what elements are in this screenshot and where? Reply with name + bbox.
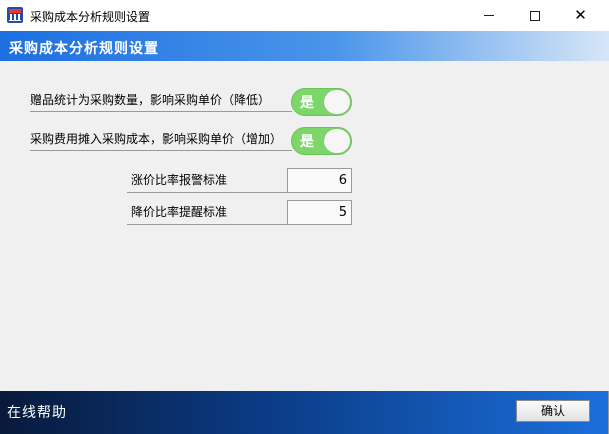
price-decrease-reminder-input[interactable]: 5 (287, 200, 352, 225)
settings-panel: 赠品统计为采购数量，影响采购单价（降低） 是 采购费用摊入采购成本，影响采购单价… (0, 61, 609, 391)
footer-bar: 在线帮助 确认 (0, 391, 608, 434)
price-decrease-reminder-row: 降价比率提醒标准 5 (127, 200, 352, 226)
option-row-fee-allocation: 采购费用摊入采购成本，影响采购单价（增加） 是 (30, 127, 352, 157)
price-increase-alert-row: 涨价比率报警标准 6 (127, 168, 352, 194)
field-label: 涨价比率报警标准 (127, 168, 287, 193)
close-button[interactable]: ✕ (558, 0, 603, 31)
gift-count-toggle[interactable]: 是 (291, 88, 352, 116)
toggle-text: 是 (300, 95, 314, 111)
toggle-text: 是 (300, 134, 314, 150)
dialog-window: 采购成本分析规则设置 ✕ 采购成本分析规则设置 赠品统计为采购数量，影响采购单价… (0, 0, 609, 434)
banner-title: 采购成本分析规则设置 (9, 41, 159, 57)
title-bar: 采购成本分析规则设置 ✕ (0, 0, 609, 31)
toggle-knob (324, 90, 350, 114)
maximize-icon (529, 10, 540, 21)
toggle-knob (324, 129, 350, 153)
close-icon: ✕ (574, 6, 587, 24)
price-increase-alert-input[interactable]: 6 (287, 168, 352, 193)
fee-allocation-toggle[interactable]: 是 (291, 127, 352, 155)
option-row-gift-count: 赠品统计为采购数量，影响采购单价（降低） 是 (30, 88, 352, 118)
minimize-button[interactable] (466, 0, 511, 31)
maximize-button[interactable] (512, 0, 557, 31)
online-help-link[interactable]: 在线帮助 (7, 402, 67, 422)
option-label: 采购费用摊入采购成本，影响采购单价（增加） (30, 127, 292, 151)
header-banner: 采购成本分析规则设置 (0, 31, 609, 61)
app-logo-icon (7, 7, 23, 23)
option-label: 赠品统计为采购数量，影响采购单价（降低） (30, 88, 292, 112)
confirm-button[interactable]: 确认 (516, 400, 590, 422)
minimize-icon (483, 15, 494, 16)
field-label: 降价比率提醒标准 (127, 200, 287, 225)
window-title: 采购成本分析规则设置 (30, 10, 151, 24)
